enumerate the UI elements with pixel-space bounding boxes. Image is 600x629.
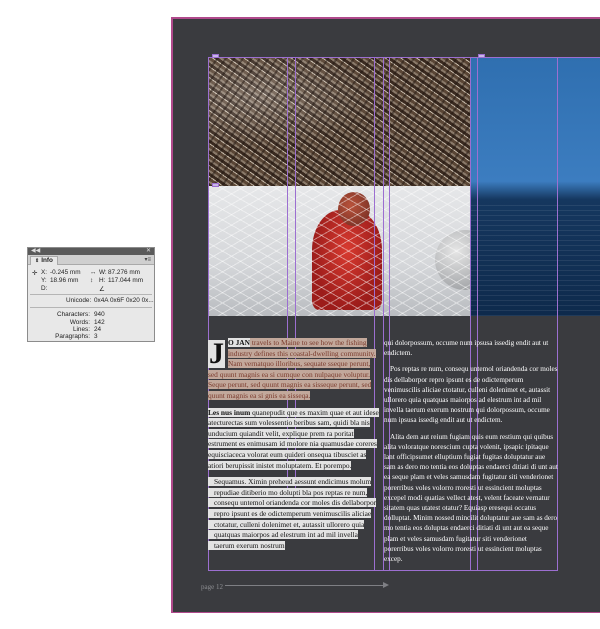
lead-in: Les nus inum [208, 407, 251, 417]
expand-arrows-icon: ⇕ [35, 258, 40, 264]
close-icon[interactable]: ✕ [146, 248, 151, 255]
d-label: D: [41, 285, 48, 292]
lines-label: Lines: [72, 326, 90, 333]
y-label: Y: [41, 277, 47, 284]
w-label: W: [99, 269, 107, 276]
paragraph-2[interactable]: Les nus inum quanepudit que es maxim qua… [208, 407, 379, 472]
words-label: Words: [69, 319, 90, 326]
column-2-paragraph: Pos reptas re num, consequ untemol orian… [384, 365, 558, 425]
document-canvas[interactable]: JO JAN travels to Maine to see how the f… [171, 17, 600, 613]
panel-tabbar: ⇕ Info ▾≡ [28, 255, 154, 265]
h-value: 117.044 mm [108, 277, 144, 284]
unicode-label: Unicode: [66, 297, 92, 304]
paragraph-1[interactable]: JO JAN travels to Maine to see how the f… [208, 338, 379, 402]
x-value: -0.245 mm [50, 269, 81, 276]
fisherman-image[interactable] [208, 186, 471, 316]
paragraph-3-text: Sequamus. Ximin preheud aessunt endicimu… [208, 477, 377, 550]
crosshair-icon: ✛ [32, 270, 38, 277]
column-2-paragraph: qui dolorpossum, occume num ipsusa issed… [384, 339, 549, 358]
folio-rule [225, 585, 387, 586]
divider [30, 307, 152, 308]
tab-info[interactable]: ⇕ Info [30, 256, 58, 265]
tab-info-label: Info [41, 257, 53, 264]
words-value: 142 [94, 319, 105, 326]
w-value: 87.276 mm [108, 269, 140, 276]
page-number: page 12 [201, 583, 223, 591]
characters-label: Characters: [56, 311, 90, 318]
info-panel[interactable]: ◀◀ ✕ ⇕ Info ▾≡ ✛ X: -0.245 mm Y: 18.96 mm… [27, 247, 155, 342]
paragraph-1-text: travels to Maine to see how the fishing … [208, 338, 376, 400]
paragraph-3[interactable]: Sequamus. Ximin preheud aessunt endicimu… [208, 477, 379, 551]
panel-menu-icon[interactable]: ▾≡ [144, 256, 151, 263]
text-frame-left[interactable]: JO JAN travels to Maine to see how the f… [208, 338, 379, 570]
h-label: H: [99, 277, 106, 284]
column-2-paragraph: Alita dem aut reium fugiam quis eum rest… [384, 432, 558, 564]
y-value: 18.96 mm [50, 277, 79, 284]
page-edge [173, 612, 600, 613]
x-label: X: [41, 269, 48, 276]
angle-icon: ∠ [99, 286, 105, 293]
anchovies-image[interactable] [208, 57, 471, 186]
collapse-icon[interactable]: ◀◀ [31, 248, 40, 255]
text-frame-right[interactable]: qui dolorpossum, occume num ipsusa issed… [384, 338, 558, 570]
drop-cap: J [208, 337, 225, 370]
height-icon: ↕ [90, 277, 94, 284]
top-margin-guide [208, 57, 600, 58]
width-icon: ↔ [90, 269, 97, 276]
unicode-value: 0x4A 0x6F 0x20 0x... [94, 297, 154, 304]
arrow-icon [383, 582, 389, 588]
frame-handle[interactable] [212, 183, 219, 187]
lines-value: 24 [94, 326, 102, 333]
lead-in: O JAN [228, 338, 250, 347]
divider [30, 294, 152, 295]
paragraphs-label: Paragraphs: [55, 333, 90, 340]
fishing-net [208, 186, 471, 316]
document-page[interactable]: JO JAN travels to Maine to see how the f… [173, 19, 600, 613]
characters-value: 940 [94, 311, 105, 318]
paragraphs-value: 3 [94, 333, 98, 340]
panel-titlebar[interactable]: ◀◀ ✕ [28, 248, 154, 255]
sea-image[interactable] [471, 57, 600, 316]
